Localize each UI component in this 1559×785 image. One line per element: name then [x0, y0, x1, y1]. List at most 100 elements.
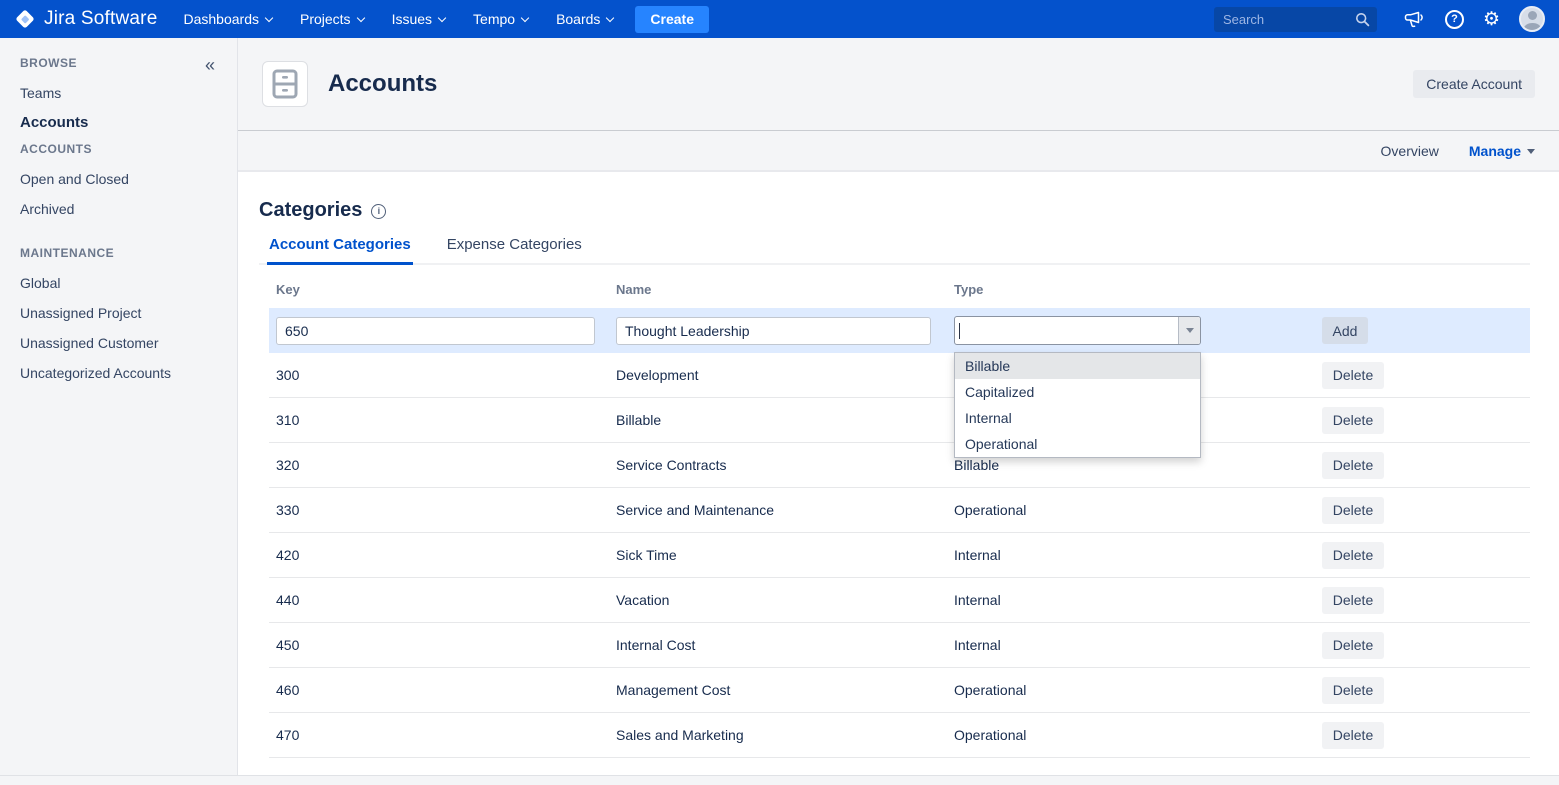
- dropdown-option-billable[interactable]: Billable: [955, 353, 1200, 379]
- row-type: Operational: [947, 727, 1315, 743]
- main-panel: Accounts Create Account Overview Manage …: [238, 38, 1559, 775]
- sidebar-group: ACCOUNTS Open and Closed Archived: [20, 142, 217, 216]
- row-key: 450: [269, 637, 609, 653]
- sidebar-item-open-and-closed[interactable]: Open and Closed: [20, 172, 217, 186]
- key-input[interactable]: [276, 317, 595, 345]
- sidebar-section-header: MAINTENANCE: [20, 246, 217, 260]
- table-header: Key Name Type: [269, 265, 1530, 308]
- tab-expense-categories[interactable]: Expense Categories: [445, 236, 584, 263]
- nav-item-dashboards[interactable]: Dashboards: [183, 11, 272, 27]
- table-row: 470 Sales and Marketing Operational Dele…: [269, 713, 1530, 758]
- table-rows: 300 Development Delete 310 Billable Dele…: [269, 353, 1530, 758]
- sidebar-item-teams[interactable]: Teams: [20, 86, 217, 100]
- chevron-down-icon: [1186, 328, 1194, 333]
- add-button[interactable]: Add: [1322, 317, 1368, 344]
- dropdown-option-operational[interactable]: Operational: [955, 431, 1200, 457]
- sidebar-section-header: BROWSE: [20, 56, 217, 70]
- create-account-button[interactable]: Create Account: [1413, 70, 1535, 98]
- chevron-down-icon: [438, 13, 446, 21]
- account-subnav: Overview Manage: [238, 131, 1559, 172]
- nav-item-projects[interactable]: Projects: [300, 11, 364, 27]
- row-name: Billable: [609, 412, 947, 428]
- delete-button[interactable]: Delete: [1322, 497, 1384, 524]
- jira-logo-icon: [14, 8, 36, 30]
- type-select[interactable]: [954, 316, 1201, 345]
- section-title: Categories: [259, 198, 362, 222]
- row-name: Vacation: [609, 592, 947, 608]
- table-row: 450 Internal Cost Internal Delete: [269, 623, 1530, 668]
- chevron-down-icon: [265, 13, 273, 21]
- create-button[interactable]: Create: [635, 6, 709, 33]
- row-name: Sick Time: [609, 547, 947, 563]
- dropdown-option-internal[interactable]: Internal: [955, 405, 1200, 431]
- delete-button[interactable]: Delete: [1322, 677, 1384, 704]
- nav-item-tempo[interactable]: Tempo: [473, 11, 528, 27]
- overview-link[interactable]: Overview: [1381, 143, 1439, 159]
- chevron-down-icon: [356, 13, 364, 21]
- table-row: 310 Billable Delete: [269, 398, 1530, 443]
- nav-item-label: Dashboards: [183, 11, 259, 27]
- table-row: 320 Service Contracts Billable Delete: [269, 443, 1530, 488]
- topnav-menu: Dashboards Projects Issues Tempo Boards: [183, 11, 613, 27]
- jira-home-link[interactable]: Jira Software: [14, 8, 157, 30]
- nav-item-boards[interactable]: Boards: [556, 11, 613, 27]
- sidebar-item-unassigned-project[interactable]: Unassigned Project: [20, 306, 217, 320]
- delete-button[interactable]: Delete: [1322, 587, 1384, 614]
- dropdown-option-capitalized[interactable]: Capitalized: [955, 379, 1200, 405]
- search-icon[interactable]: [1355, 12, 1370, 27]
- row-name: Internal Cost: [609, 637, 947, 653]
- table-row: 460 Management Cost Operational Delete: [269, 668, 1530, 713]
- sidebar-groups: BROWSE Teams Accounts ACCOUNTS Open and …: [20, 56, 217, 380]
- search-input[interactable]: [1214, 7, 1377, 32]
- delete-button[interactable]: Delete: [1322, 722, 1384, 749]
- categories-section: Categories i Account Categories Expense …: [238, 172, 1559, 758]
- row-type: Internal: [947, 637, 1315, 653]
- help-glyph: ?: [1451, 13, 1458, 25]
- column-header-name: Name: [609, 282, 947, 297]
- delete-button[interactable]: Delete: [1322, 452, 1384, 479]
- tab-account-categories[interactable]: Account Categories: [267, 236, 413, 265]
- help-icon[interactable]: ?: [1445, 10, 1464, 29]
- megaphone-icon[interactable]: [1404, 10, 1426, 29]
- row-key: 320: [269, 457, 609, 473]
- row-key: 310: [269, 412, 609, 428]
- delete-button[interactable]: Delete: [1322, 362, 1384, 389]
- sidebar-item-uncategorized-accounts[interactable]: Uncategorized Accounts: [20, 366, 217, 380]
- text-cursor: [959, 323, 960, 339]
- gear-icon[interactable]: ⚙: [1483, 10, 1500, 29]
- row-name: Sales and Marketing: [609, 727, 947, 743]
- row-name: Development: [609, 367, 947, 383]
- categories-table: Key Name Type: [269, 265, 1530, 758]
- accounts-app-icon: [262, 61, 308, 107]
- table-row: 330 Service and Maintenance Operational …: [269, 488, 1530, 533]
- row-name: Service and Maintenance: [609, 502, 947, 518]
- row-key: 300: [269, 367, 609, 383]
- nav-item-label: Boards: [556, 11, 600, 27]
- nav-item-label: Projects: [300, 11, 351, 27]
- topnav-right-cluster: ? ⚙: [1214, 6, 1545, 32]
- sidebar-item-accounts[interactable]: Accounts: [20, 116, 217, 130]
- manage-link[interactable]: Manage: [1469, 143, 1535, 159]
- table-row: 440 Vacation Internal Delete: [269, 578, 1530, 623]
- row-type: Operational: [947, 682, 1315, 698]
- type-select-value[interactable]: [955, 317, 1178, 344]
- delete-button[interactable]: Delete: [1322, 542, 1384, 569]
- collapse-sidebar-icon[interactable]: «: [205, 55, 215, 76]
- name-input[interactable]: [616, 317, 931, 345]
- nav-item-label: Tempo: [473, 11, 515, 27]
- avatar[interactable]: [1519, 6, 1545, 32]
- sidebar-item-global[interactable]: Global: [20, 276, 217, 290]
- delete-button[interactable]: Delete: [1322, 632, 1384, 659]
- nav-item-issues[interactable]: Issues: [392, 11, 445, 27]
- sidebar-item-unassigned-customer[interactable]: Unassigned Customer: [20, 336, 217, 350]
- delete-button[interactable]: Delete: [1322, 407, 1384, 434]
- chevron-down-icon: [606, 13, 614, 21]
- sidebar-item-archived[interactable]: Archived: [20, 202, 217, 216]
- row-name: Management Cost: [609, 682, 947, 698]
- type-select-arrow-button[interactable]: [1178, 317, 1200, 344]
- table-row: 420 Sick Time Internal Delete: [269, 533, 1530, 578]
- manage-label: Manage: [1469, 143, 1521, 159]
- info-icon[interactable]: i: [371, 204, 386, 219]
- page-header: Accounts Create Account: [238, 38, 1559, 131]
- sidebar-group: MAINTENANCE Global Unassigned Project Un…: [20, 246, 217, 380]
